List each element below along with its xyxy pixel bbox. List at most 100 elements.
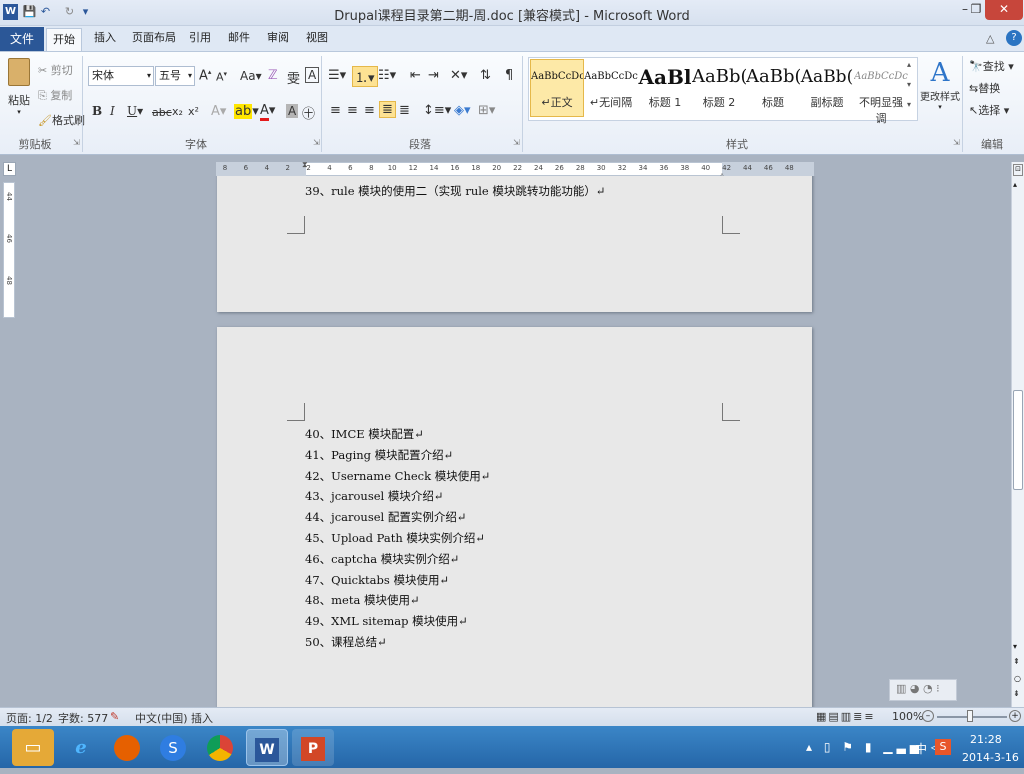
browse-object-icon[interactable]: ○ (1014, 674, 1021, 683)
multilevel-list-icon[interactable]: ☷▾ (378, 68, 396, 83)
copy-button[interactable]: ⎘ 复制 (38, 87, 72, 103)
sogou-icon[interactable]: S (152, 729, 194, 766)
shrink-font-button[interactable]: A▾ (216, 70, 227, 84)
help-icon[interactable]: ? (1006, 30, 1022, 46)
insert-mode[interactable]: 插入 (191, 710, 213, 726)
firefox-icon[interactable] (106, 729, 148, 766)
select-button[interactable]: ↖选择 ▾ (969, 102, 1009, 118)
strikethrough-button[interactable]: abc (152, 106, 172, 119)
dialog-launcher-icon[interactable]: ⇲ (73, 138, 80, 147)
word-taskbar-icon[interactable]: W (246, 729, 288, 766)
replace-button[interactable]: ⇆替换 (969, 80, 1000, 96)
sogou-tray-icon[interactable]: S (935, 739, 951, 755)
language[interactable]: 中文(中国) (135, 710, 188, 726)
gallery-scroll-up-icon[interactable]: ▴ (907, 60, 911, 69)
distributed-icon[interactable]: ≣ (399, 103, 410, 118)
tab-references[interactable]: 引用 (181, 28, 219, 49)
view-buttons[interactable]: ▦▤▥≣≡ (816, 710, 876, 723)
text-effects-icon[interactable]: A▾ (211, 104, 226, 119)
view-ruler-icon[interactable]: ⊡ (1013, 164, 1023, 176)
find-button[interactable]: 🔭查找 ▾ (969, 58, 1014, 74)
shading-icon[interactable]: ◈▾ (454, 103, 471, 118)
font-color-icon[interactable]: A▾ (260, 103, 275, 121)
next-page-icon[interactable]: ⇟ (1013, 689, 1020, 698)
increase-indent-icon[interactable]: ⇥ (428, 68, 439, 83)
line-spacing-icon[interactable]: ↕≡▾ (423, 103, 451, 118)
sort-icon[interactable]: ⇅ (480, 68, 491, 83)
gallery-scroll-down-icon[interactable]: ▾ (907, 80, 911, 89)
align-right-icon[interactable]: ≡ (364, 103, 375, 118)
clear-format-icon[interactable]: ℤ (268, 68, 278, 83)
chrome-icon[interactable] (199, 729, 241, 766)
style-item[interactable]: AaBb(标题 (746, 60, 800, 116)
char-shading-icon[interactable]: A (286, 104, 299, 118)
tab-insert[interactable]: 插入 (86, 28, 124, 49)
grow-font-button[interactable]: A▴ (199, 68, 211, 83)
change-case-button[interactable]: Aa▾ (240, 69, 262, 83)
file-explorer-icon[interactable]: ▭ (12, 729, 54, 766)
numbering-icon[interactable]: ⒈▾ (352, 66, 378, 87)
bold-button[interactable]: B (92, 104, 102, 118)
clock-date[interactable]: 2014-3-16 (962, 751, 1019, 764)
underline-button[interactable]: U▾ (127, 104, 143, 118)
zoom-in-icon[interactable]: + (1009, 710, 1021, 722)
powerpoint-icon[interactable]: P (292, 729, 334, 766)
phonetic-guide-icon[interactable]: 雯 (287, 68, 300, 87)
clock-time[interactable]: 21:28 (970, 733, 1002, 746)
show-marks-icon[interactable]: ¶ (505, 68, 513, 83)
superscript-button[interactable]: x² (188, 105, 199, 118)
paste-button[interactable]: 粘贴 ▾ (6, 58, 32, 118)
document-area[interactable]: 39、rule 模块的使用二（实现 rule 模块跳转功能功能）↵ 40、IMC… (18, 176, 1010, 707)
list-item[interactable]: 40、IMCE 模块配置↵ (305, 426, 424, 442)
prev-page-icon[interactable]: ⇞ (1013, 657, 1020, 666)
vertical-scrollbar[interactable]: ⊡ ▴ ▾ ⇞ ○ ⇟ (1011, 162, 1024, 707)
tab-page-layout[interactable]: 页面布局 (124, 28, 184, 49)
tab-home[interactable]: 开始 (46, 28, 82, 52)
scroll-thumb[interactable] (1013, 390, 1023, 490)
enclose-char-icon[interactable]: ㊉ (302, 103, 315, 122)
proofing-icon[interactable]: ✎ (110, 710, 119, 723)
tray-icons[interactable]: ▴ ▯ ⚑ ▮ ▁▃▅ ◁) (806, 740, 953, 754)
list-item[interactable]: 44、jcarousel 配置实例介绍↵ (305, 509, 467, 525)
style-item[interactable]: AaBb(标题 2 (692, 60, 746, 116)
zoom-slider-thumb[interactable] (967, 710, 973, 722)
scroll-up-icon[interactable]: ▴ (1013, 180, 1017, 189)
list-item[interactable]: 47、Quicktabs 模块使用↵ (305, 572, 449, 588)
list-item[interactable]: 41、Paging 模块配置介绍↵ (305, 447, 453, 463)
list-item[interactable]: 39、rule 模块的使用二（实现 rule 模块跳转功能功能）↵ (305, 183, 606, 199)
justify-icon[interactable]: ≣ (379, 101, 396, 118)
tab-mailings[interactable]: 邮件 (220, 28, 258, 49)
align-center-icon[interactable]: ≡ (347, 103, 358, 118)
cut-button[interactable]: ✂ 剪切 (38, 62, 73, 78)
highlight-icon[interactable]: ab▾ (234, 104, 259, 119)
list-item[interactable]: 50、课程总结↵ (305, 634, 387, 650)
layout-icon[interactable]: ▥ ◕ ◔ ⁝ (896, 682, 940, 695)
list-item[interactable]: 49、XML sitemap 模块使用↵ (305, 613, 468, 629)
tab-file[interactable]: 文件 (0, 27, 44, 51)
scroll-down-icon[interactable]: ▾ (1013, 642, 1017, 651)
floating-view-toolbar[interactable]: ▥ ◕ ◔ ⁝ (889, 679, 957, 701)
list-item[interactable]: 43、jcarousel 模块介绍↵ (305, 488, 444, 504)
tab-selector[interactable]: L (3, 162, 16, 176)
zoom-level[interactable]: 100% (892, 710, 923, 723)
dialog-launcher-icon[interactable]: ⇲ (953, 138, 960, 147)
list-item[interactable]: 42、Username Check 模块使用↵ (305, 468, 490, 484)
dialog-launcher-icon[interactable]: ⇲ (313, 138, 320, 147)
list-item[interactable]: 45、Upload Path 模块实例介绍↵ (305, 530, 485, 546)
page-count[interactable]: 页面: 1/2 (6, 710, 53, 726)
list-item[interactable]: 48、meta 模块使用↵ (305, 592, 420, 608)
style-item[interactable]: AaBbCcDc ↵无间隔 (584, 60, 638, 116)
minimize-ribbon-icon[interactable]: △ (986, 32, 994, 45)
gallery-more-icon[interactable]: ▾ (907, 100, 911, 109)
subscript-button[interactable]: x₂ (172, 105, 183, 118)
style-item[interactable]: AaBbCcDc 不明显强调 (854, 60, 908, 125)
word-count[interactable]: 字数: 577 (58, 710, 108, 726)
internet-explorer-icon[interactable]: e (60, 729, 102, 766)
dialog-launcher-icon[interactable]: ⇲ (513, 138, 520, 147)
style-item[interactable]: AaBb(副标题 (800, 60, 854, 116)
decrease-indent-icon[interactable]: ⇤ (410, 68, 421, 83)
font-size-select[interactable]: 五号 ▾ (155, 66, 195, 86)
close-button[interactable]: ✕ (985, 0, 1023, 20)
zoom-out-icon[interactable]: – (922, 710, 934, 722)
char-border-icon[interactable]: A (305, 67, 320, 83)
